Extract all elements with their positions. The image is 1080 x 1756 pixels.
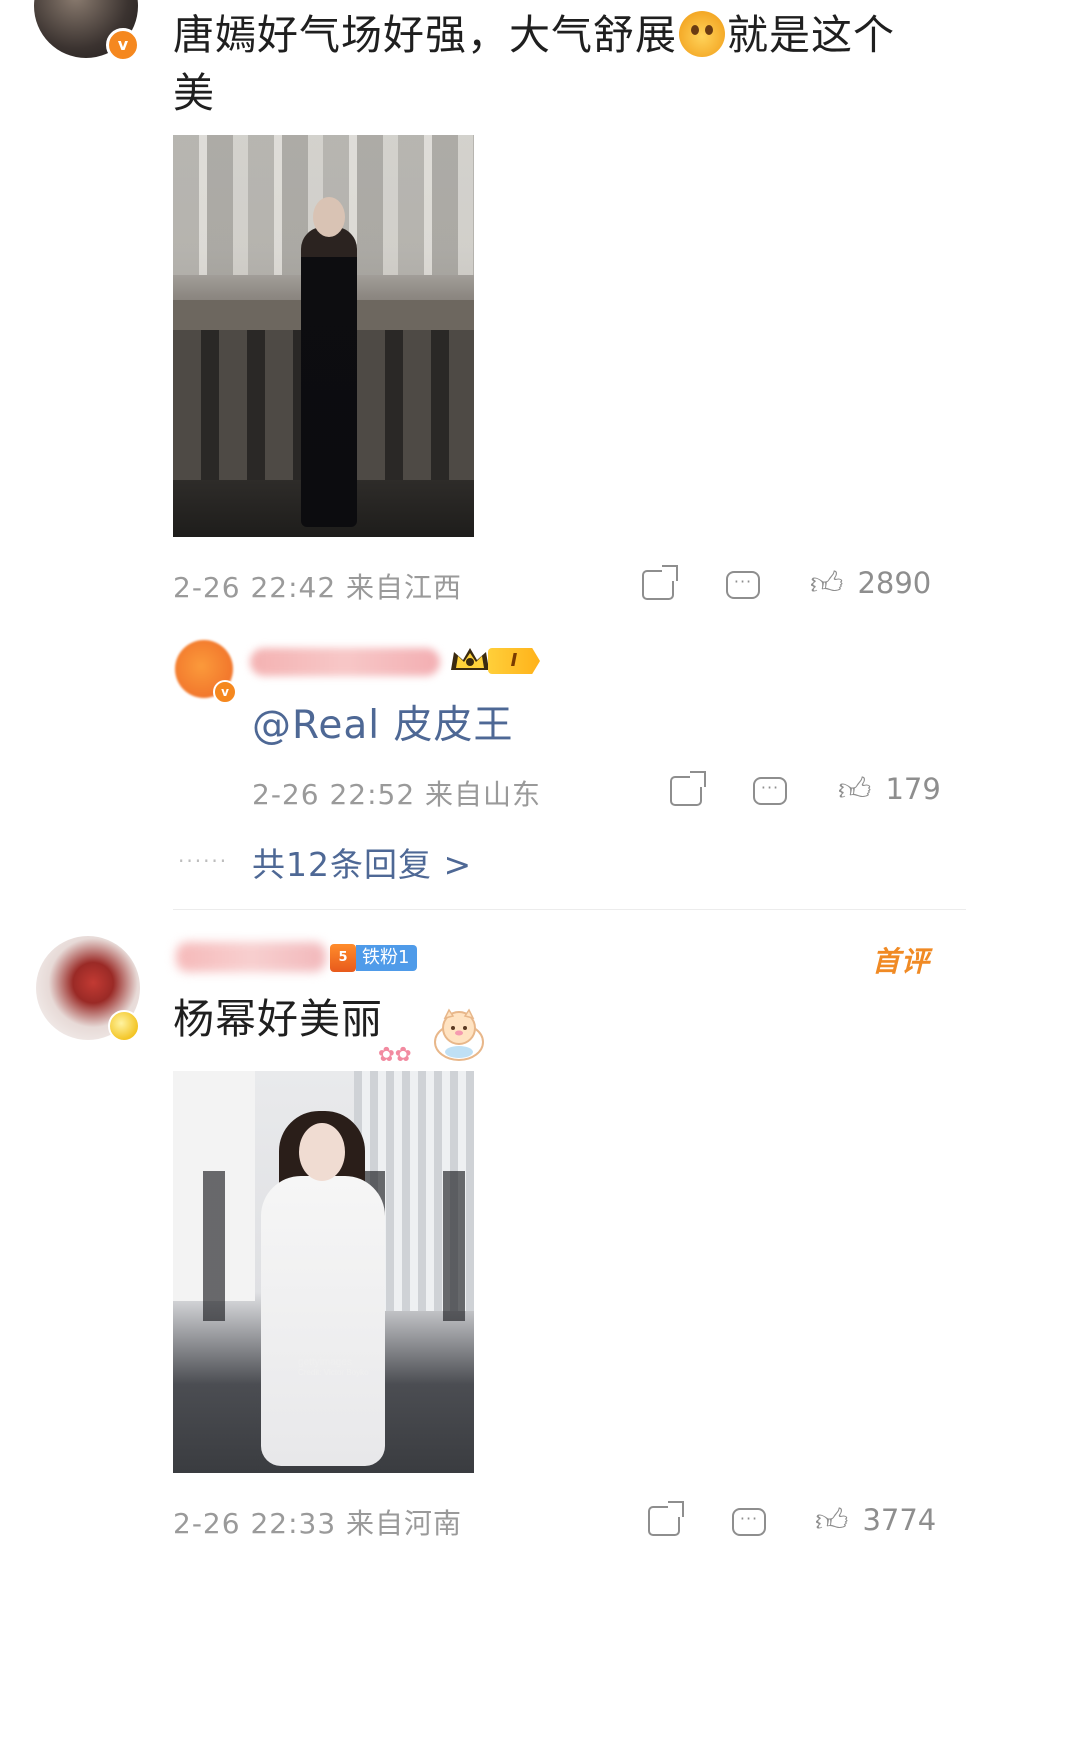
share-icon (670, 771, 706, 806)
comment-text-part: 唐嫣好气场好强，大气舒展 (173, 11, 677, 59)
share-icon (648, 1501, 684, 1536)
username-blurred[interactable] (176, 942, 326, 972)
happy-face-emoji-icon (679, 11, 725, 57)
comment-button[interactable]: ··· (726, 571, 760, 599)
photo-subject-head (313, 197, 345, 237)
verified-badge-icon: v (213, 680, 237, 704)
cat-sticker-icon (434, 1008, 484, 1061)
watermark-credit: Credit: Victor Boyko (298, 1368, 369, 1377)
comment-icon: ··· (732, 1508, 766, 1536)
more-dots: ······ (178, 849, 229, 873)
comment-image[interactable] (173, 135, 474, 537)
comment-meta: 2-26 22:42 来自江西 (173, 566, 462, 606)
like-count: 3774 (862, 1503, 937, 1537)
comment-feed: v 唐嫣好气场好强，大气舒展 就是这个美 2-26 22:42 来自江西 ··· … (0, 0, 966, 1756)
like-button[interactable]: 👍︎ 2890 (810, 566, 931, 600)
photo-watermark: gettyimages Credit: Victor Boyko (298, 1357, 369, 1377)
like-count: 179 (885, 772, 941, 806)
comment-text: 杨幂好美丽 (173, 995, 383, 1043)
member-badge-icon (108, 1010, 140, 1042)
reply-username-blurred[interactable] (250, 648, 440, 676)
like-icon: 👍︎ (810, 564, 844, 602)
view-more-replies-link[interactable]: 共12条回复 > (252, 838, 472, 886)
location: 来自河南 (346, 1507, 463, 1540)
flower-decoration-icon: ✿✿ (378, 1042, 412, 1066)
comment-button[interactable]: ··· (732, 1508, 766, 1536)
reply-meta: 2-26 22:52 来自山东 (252, 773, 541, 813)
reply-share-button[interactable] (670, 771, 706, 806)
comment-image[interactable]: gettyimages Credit: Victor Boyko (173, 1071, 474, 1473)
reply-mention-link[interactable]: @Real 皮皮王 (252, 694, 513, 750)
like-count: 2890 (857, 566, 932, 600)
like-icon: 👍︎ (815, 1501, 849, 1539)
timestamp: 2-26 22:33 (173, 1507, 337, 1540)
watermark-brand: gettyimages (298, 1357, 352, 1368)
reply-like-button[interactable]: 👍︎ 179 (838, 772, 941, 806)
fan-badge-label: 铁粉1 (356, 945, 418, 971)
verified-badge-icon: v (106, 28, 140, 62)
timestamp: 2-26 22:52 (252, 778, 416, 811)
fan-badge[interactable]: 5 铁粉1 (330, 944, 418, 972)
right-margin (966, 0, 1080, 1756)
like-button[interactable]: 👍︎ 3774 (815, 1503, 936, 1537)
share-button[interactable] (642, 565, 678, 600)
crown-icon (451, 648, 489, 670)
level-badge: I (488, 648, 540, 674)
location: 来自江西 (346, 571, 463, 604)
comment-meta: 2-26 22:33 来自河南 (173, 1502, 462, 1542)
first-comment-tag: 首评 (872, 945, 931, 978)
photo-subject-face (299, 1123, 345, 1181)
location: 来自山东 (425, 778, 542, 811)
reply-comment-button[interactable]: ··· (753, 777, 787, 805)
comment-icon: ··· (753, 777, 787, 805)
divider (173, 909, 966, 910)
photo-subject (301, 227, 357, 527)
timestamp: 2-26 22:42 (173, 571, 337, 604)
share-button[interactable] (648, 1501, 684, 1536)
photo-subject (261, 1176, 385, 1466)
fan-level-icon: 5 (330, 944, 356, 972)
share-icon (642, 565, 678, 600)
comment-icon: ··· (726, 571, 760, 599)
like-icon: 👍︎ (838, 770, 872, 808)
comment-text: 唐嫣好气场好强，大气舒展 就是这个美 (173, 6, 933, 122)
